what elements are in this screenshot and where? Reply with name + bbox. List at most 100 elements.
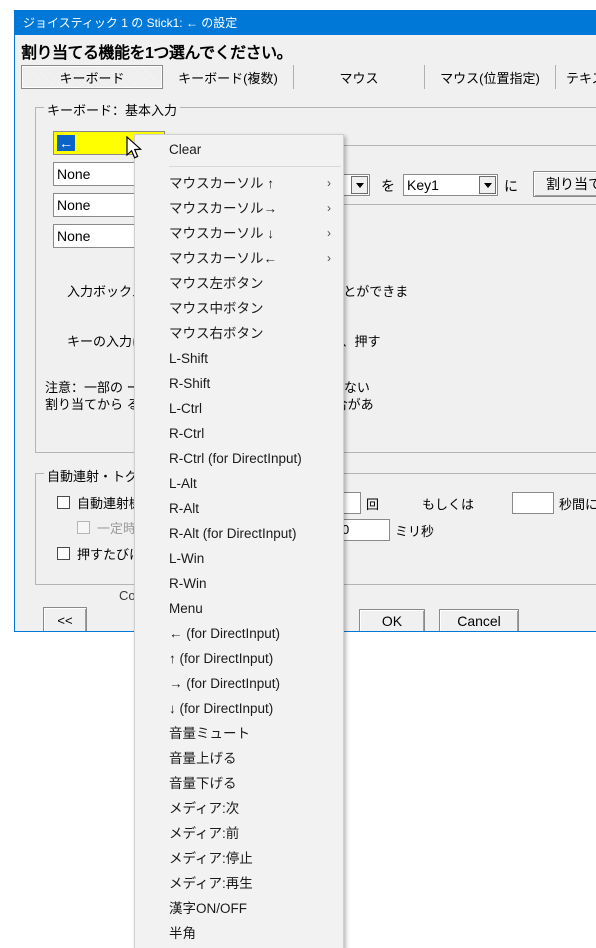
menu-item-label: マウスカーソル ↑: [169, 176, 275, 191]
previous-button[interactable]: <<: [43, 607, 87, 631]
menu-item[interactable]: L-Ctrl: [135, 396, 343, 421]
menu-item-label: 音量ミュート: [169, 726, 250, 741]
menu-item[interactable]: マウス右ボタン: [135, 321, 343, 346]
menu-item[interactable]: マウスカーソル→ ›: [135, 196, 343, 221]
menu-item[interactable]: メディア:停止: [135, 846, 343, 871]
keyboard-basic-group-label: キーボード：基本入力: [44, 100, 181, 119]
key-input-4-value: None: [57, 228, 91, 244]
assign-particle-ni: に: [504, 178, 518, 194]
dialog-headline: 割り当てる機能を1つ選んでください。: [21, 45, 293, 62]
menu-item-label: 半角: [169, 926, 196, 941]
checkbox-toggle-label: 押すたびに: [77, 547, 143, 562]
menu-item[interactable]: マウス中ボタン: [135, 296, 343, 321]
tab-keyboard-multi[interactable]: キーボード(複数): [163, 65, 294, 89]
menu-item[interactable]: 音量ミュート: [135, 721, 343, 746]
key-input-3-value: None: [57, 197, 91, 213]
tab-text-label: テキス: [566, 70, 596, 86]
previous-button-label: <<: [57, 612, 73, 628]
menu-item-label: L-Win: [169, 551, 205, 566]
autofire-or-label: もしくは: [422, 497, 475, 512]
tab-mouse-position-label: マウス(位置指定): [440, 70, 540, 86]
tab-mouse-label: マウス: [339, 70, 379, 86]
checkbox-icon: [57, 496, 70, 509]
autofire-seconds-label: 秒間に一: [559, 497, 596, 512]
menu-item-label: マウス右ボタン: [169, 326, 264, 341]
autofire-count-unit: 回: [366, 497, 380, 512]
menu-item-label: 漢字ON/OFF: [169, 901, 247, 916]
menu-item-label: マウス中ボタン: [169, 301, 264, 316]
tab-keyboard-label: キーボード: [59, 70, 125, 86]
autofire-seconds-input[interactable]: [512, 492, 554, 514]
menu-item-label: L-Ctrl: [169, 401, 202, 416]
screen: ジョイスティック 1 の Stick1: ← の設定 割り当てる機能を1つ選んで…: [0, 0, 596, 948]
menu-item[interactable]: 半角: [135, 921, 343, 946]
menu-item[interactable]: R-Alt: [135, 496, 343, 521]
menu-item[interactable]: 音量下げる: [135, 771, 343, 796]
menu-item-label: R-Win: [169, 576, 207, 591]
menu-item-label: マウスカーソル←: [169, 251, 277, 266]
chevron-right-icon: ›: [327, 176, 331, 190]
menu-item-label: メディア:停止: [169, 851, 253, 866]
menu-item-label: メディア:再生: [169, 876, 253, 891]
chevron-down-icon[interactable]: [479, 176, 496, 194]
key-slot-dropdown[interactable]: Key1: [403, 174, 498, 196]
menu-item[interactable]: R-Ctrl (for DirectInput): [135, 446, 343, 471]
menu-item-label: Clear: [169, 142, 202, 157]
assign-particle-wo: を: [381, 178, 395, 194]
menu-item[interactable]: マウスカーソル ↓ ›: [135, 221, 343, 246]
menu-item-label: マウスカーソル→: [169, 201, 277, 216]
menu-item-label: R-Shift: [169, 376, 211, 391]
assign-button-label: 割り当てる: [546, 176, 596, 192]
menu-item[interactable]: ↑ (for DirectInput): [135, 646, 343, 671]
menu-item[interactable]: メディア:再生: [135, 871, 343, 896]
menu-item-label: Menu: [169, 601, 203, 616]
menu-item-label: R-Alt (for DirectInput): [169, 526, 297, 541]
tab-text[interactable]: テキス: [556, 65, 596, 89]
mouse-cursor-icon: [126, 135, 144, 167]
menu-item[interactable]: Clear: [135, 137, 343, 162]
menu-item[interactable]: マウスカーソル ↑ ›: [135, 171, 343, 196]
menu-item[interactable]: ↓ (for DirectInput): [135, 696, 343, 721]
menu-item-label: ↑ (for DirectInput): [169, 651, 274, 666]
tab-mouse-position[interactable]: マウス(位置指定): [425, 65, 556, 89]
menu-item-label: → (for DirectInput): [169, 676, 281, 691]
menu-item[interactable]: ← (for DirectInput): [135, 621, 343, 646]
cancel-button[interactable]: Cancel: [439, 609, 519, 631]
checkbox-icon: [77, 521, 90, 534]
tab-keyboard-multi-label: キーボード(複数): [178, 70, 278, 86]
menu-item[interactable]: R-Ctrl: [135, 421, 343, 446]
menu-item[interactable]: 音量上げる: [135, 746, 343, 771]
checkbox-autofire-label: 自動連射機: [77, 496, 143, 511]
menu-item[interactable]: マウスカーソル← ›: [135, 246, 343, 271]
menu-item-label: ← (for DirectInput): [169, 626, 281, 641]
chevron-down-icon[interactable]: [351, 176, 368, 194]
menu-item-label: メディア:前: [169, 826, 240, 841]
menu-item[interactable]: L-Alt: [135, 471, 343, 496]
chevron-right-icon: ›: [327, 201, 331, 215]
menu-item[interactable]: 漢字ON/OFF: [135, 896, 343, 921]
assign-button[interactable]: 割り当てる: [533, 171, 596, 197]
menu-item-label: L-Shift: [169, 351, 209, 366]
key-input-1-value: ←: [57, 135, 75, 151]
menu-item[interactable]: R-Alt (for DirectInput): [135, 521, 343, 546]
cancel-button-label: Cancel: [457, 613, 501, 629]
menu-item-label: 音量下げる: [169, 776, 237, 791]
menu-item[interactable]: Menu: [135, 596, 343, 621]
menu-item[interactable]: メディア:次: [135, 796, 343, 821]
tab-keyboard[interactable]: キーボード: [21, 65, 163, 89]
menu-item[interactable]: → (for DirectInput): [135, 671, 343, 696]
checkbox-autofire[interactable]: 自動連射機: [57, 493, 142, 512]
menu-item[interactable]: L-Win: [135, 546, 343, 571]
ok-button[interactable]: OK: [359, 609, 425, 631]
key-slot-dropdown-value: Key1: [407, 177, 439, 193]
tab-mouse[interactable]: マウス: [294, 65, 425, 89]
menu-item[interactable]: マウス左ボタン: [135, 271, 343, 296]
menu-item[interactable]: R-Win: [135, 571, 343, 596]
dialog-titlebar: ジョイスティック 1 の Stick1: ← の設定: [15, 11, 596, 35]
menu-item-label: ↓ (for DirectInput): [169, 701, 274, 716]
autofire-ms-input[interactable]: 0: [338, 519, 390, 541]
checkbox-toggle[interactable]: 押すたびに: [57, 544, 142, 563]
menu-item[interactable]: R-Shift: [135, 371, 343, 396]
menu-item[interactable]: L-Shift: [135, 346, 343, 371]
menu-item[interactable]: メディア:前: [135, 821, 343, 846]
